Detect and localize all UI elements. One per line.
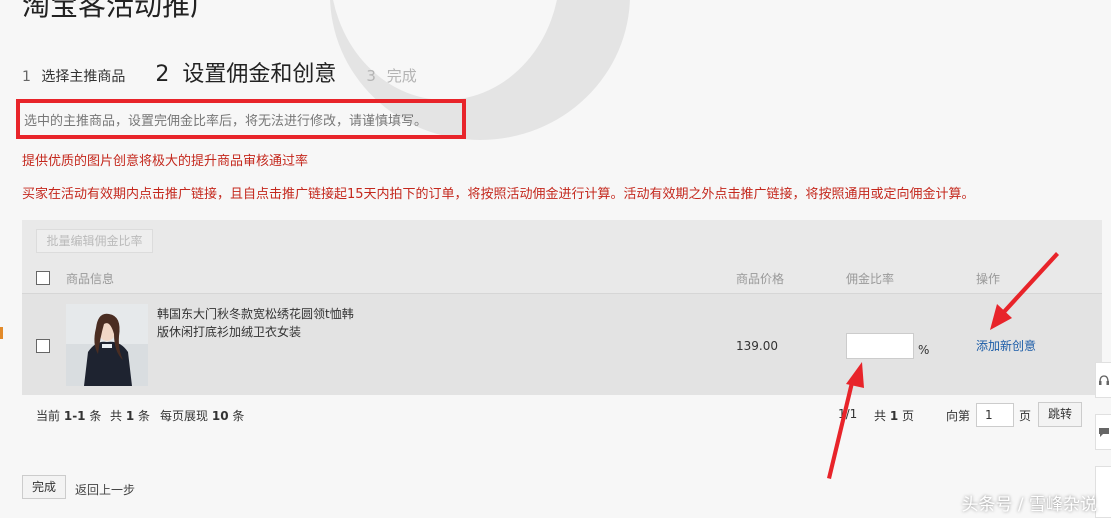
- back-link[interactable]: 返回上一步: [75, 481, 135, 498]
- batch-edit-commission-button[interactable]: 批量编辑佣金比率: [36, 229, 153, 253]
- step-1-label: 选择主推商品: [41, 69, 126, 85]
- product-thumbnail[interactable]: [66, 304, 148, 386]
- goto-prefix: 向第: [946, 409, 971, 423]
- side-toolbar-button-2[interactable]: [1095, 414, 1111, 450]
- total-pages-prefix: 共: [874, 409, 887, 423]
- edge-indicator: [0, 327, 3, 339]
- commission-rule-tip: 买家在活动有效期内点击推广链接，且自点击推广链接起15天内拍下的订单，将按照活动…: [22, 187, 975, 202]
- row-checkbox[interactable]: [36, 339, 50, 353]
- finish-button[interactable]: 完成: [22, 475, 66, 499]
- product-photo-icon: [66, 304, 148, 386]
- per-page-value: 10: [211, 409, 229, 423]
- total-count-value: 1: [125, 409, 135, 423]
- step-2-number: 2: [155, 62, 170, 87]
- page-of: 1/1: [838, 407, 858, 421]
- pagination-bar: 当前 1-1 条 共 1 条 每页展现 10 条 1/1 共 1 页 向第 1 …: [22, 396, 1102, 434]
- header-commission-rate: 佣金比率: [846, 272, 895, 286]
- current-prefix: 当前: [36, 409, 61, 423]
- product-table: 批量编辑佣金比率 商品信息 商品价格 佣金比率 操作 韩国东大门秋冬款宽松绣花圆…: [22, 220, 1102, 395]
- step-1: 1 选择主推商品: [22, 66, 125, 86]
- per-page: 每页展现 10 条: [160, 407, 244, 424]
- header-product-info: 商品信息: [66, 272, 115, 286]
- select-all-checkbox[interactable]: [36, 271, 50, 285]
- headset-icon: [1098, 375, 1109, 385]
- total-suffix: 条: [138, 409, 151, 423]
- table-row: 韩国东大门秋冬款宽松绣花圆领t恤韩版休闲打底衫加绒卫衣女装 139.00 % 添…: [22, 293, 1102, 395]
- page-title: 淘宝客活动推广: [22, 0, 219, 22]
- percent-sign: %: [918, 343, 930, 357]
- side-toolbar-button-1[interactable]: [1095, 362, 1111, 398]
- step-2-label: 设置佣金和创意: [182, 62, 337, 87]
- jump-button[interactable]: 跳转: [1038, 402, 1082, 427]
- header-actions: 操作: [976, 272, 1001, 286]
- step-2-active: 2 设置佣金和创意: [155, 56, 336, 88]
- chat-icon: [1098, 428, 1109, 437]
- side-toolbar-button-3[interactable]: [1095, 466, 1111, 518]
- goto-suffix: 页: [1019, 409, 1032, 423]
- add-new-creative-link[interactable]: 添加新创意: [976, 337, 1036, 354]
- product-name[interactable]: 韩国东大门秋冬款宽松绣花圆领t恤韩版休闲打底衫加绒卫衣女装: [157, 305, 362, 341]
- step-3-number: 3: [366, 67, 376, 85]
- total-pages-value: 1: [889, 409, 899, 423]
- per-page-prefix: 每页展现: [160, 409, 209, 423]
- step-indicator: 1 选择主推商品 2 设置佣金和创意 3 完成: [22, 56, 447, 90]
- total-prefix: 共: [110, 409, 123, 423]
- goto-page-input[interactable]: 1: [976, 403, 1014, 427]
- total-count: 共 1 条: [110, 407, 150, 424]
- commission-rate-input[interactable]: [846, 333, 914, 359]
- creative-tip: 提供优质的图片创意将极大的提升商品审核通过率: [22, 154, 309, 169]
- step-3: 3 完成: [366, 65, 416, 86]
- step-1-number: 1: [22, 69, 31, 85]
- current-suffix: 条: [89, 409, 102, 423]
- highlighted-notice: 选中的主推商品，设置完佣金比率后，将无法进行修改，请谨慎填写。: [16, 99, 466, 139]
- per-page-suffix: 条: [232, 409, 245, 423]
- total-pages-suffix: 页: [902, 409, 915, 423]
- current-range: 当前 1-1 条: [36, 407, 101, 424]
- header-price: 商品价格: [736, 272, 785, 286]
- total-pages: 共 1 页: [874, 407, 914, 424]
- watermark-credit: 头条号 / 雪峰杂说: [961, 495, 1097, 515]
- current-range-value: 1-1: [63, 409, 86, 423]
- product-price: 139.00: [736, 339, 778, 353]
- step-3-label: 完成: [386, 67, 417, 85]
